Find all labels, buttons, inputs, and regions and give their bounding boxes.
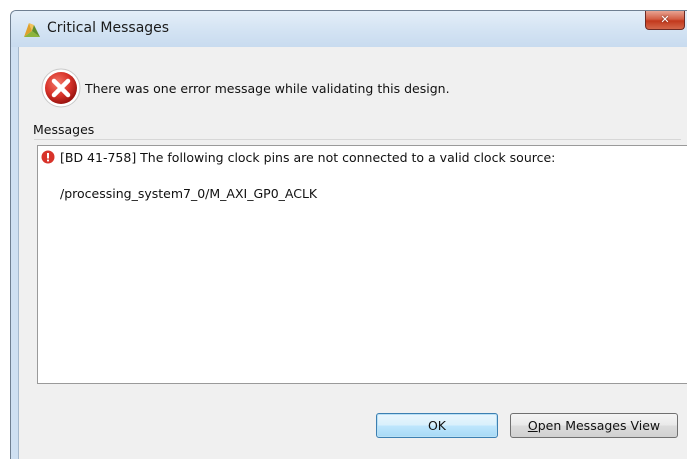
- separator: [34, 139, 681, 140]
- error-x-icon: [40, 67, 82, 109]
- ok-button-label: OK: [427, 418, 447, 433]
- vivado-logo-icon: [22, 21, 42, 39]
- header-message: There was one error message while valida…: [85, 81, 450, 96]
- message-detail: /processing_system7_0/M_AXI_GP0_ACLK: [60, 186, 318, 201]
- messages-label: Messages: [33, 122, 95, 137]
- close-icon: ✕: [660, 13, 670, 26]
- title-bar[interactable]: Critical Messages ✕: [11, 11, 687, 47]
- messages-list[interactable]: [BD 41-758] The following clock pins are…: [37, 145, 687, 384]
- dialog-body: There was one error message while valida…: [18, 47, 687, 459]
- mnemonic-letter: O: [527, 418, 538, 433]
- open-messages-view-label: pen Messages View: [537, 418, 661, 433]
- close-button[interactable]: ✕: [645, 11, 685, 30]
- window-title: Critical Messages: [47, 20, 170, 36]
- critical-messages-dialog: Critical Messages ✕ There was one error …: [10, 10, 687, 459]
- message-text: [BD 41-758] The following clock pins are…: [60, 150, 556, 165]
- error-exclamation-icon: [41, 150, 55, 164]
- open-messages-view-button[interactable]: Open Messages View: [510, 413, 678, 438]
- ok-button[interactable]: OK: [376, 413, 498, 438]
